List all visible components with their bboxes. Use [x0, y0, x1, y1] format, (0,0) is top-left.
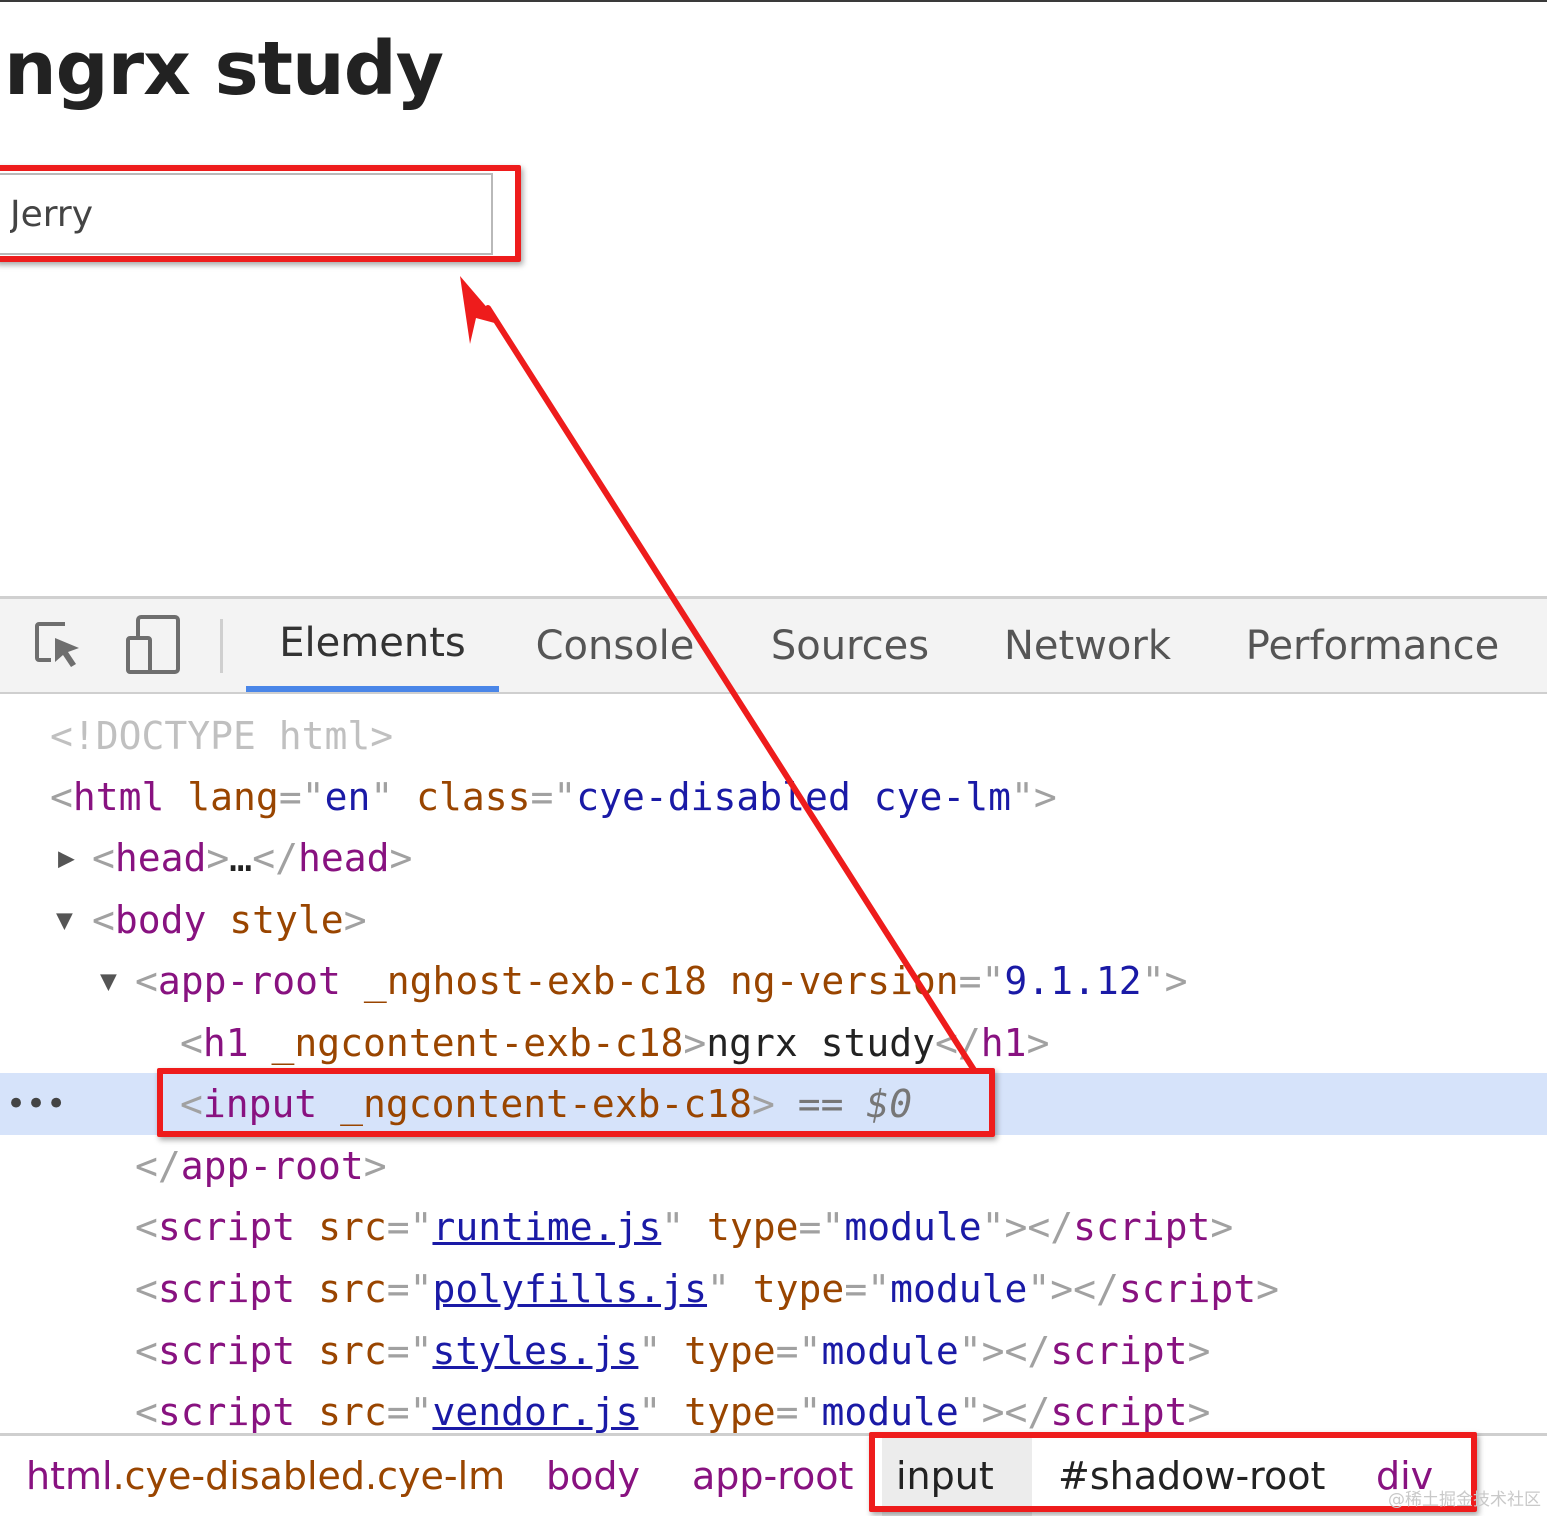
- attr-type: type: [752, 1267, 845, 1311]
- dom-node-head[interactable]: ▶ <head>…</head>: [0, 827, 1547, 889]
- tag-head-close: head: [297, 836, 390, 880]
- tag-script: script: [157, 1329, 296, 1373]
- script-src-link[interactable]: styles.js: [432, 1329, 638, 1373]
- attr-ng-version: ng-version: [729, 959, 959, 1003]
- attr-lang-value: en: [324, 775, 371, 819]
- attr-type: type: [707, 1205, 799, 1249]
- attr-type-value: module: [821, 1329, 959, 1373]
- window-top-border: [0, 0, 1547, 2]
- dom-node-doctype[interactable]: <!DOCTYPE html>: [0, 705, 1547, 767]
- attr-ngcontent: _ngcontent-exb-c18: [271, 1021, 684, 1065]
- dom-node-body[interactable]: ▼ <body style>: [0, 889, 1547, 951]
- dom-node-script-runtime[interactable]: <script src="runtime.js" type="module"><…: [0, 1196, 1547, 1258]
- tag-script: script: [157, 1390, 296, 1434]
- dom-node-script-polyfills[interactable]: <script src="polyfills.js" type="module"…: [0, 1258, 1547, 1320]
- script-src-link[interactable]: vendor.js: [432, 1390, 638, 1434]
- tag-script: script: [157, 1267, 296, 1311]
- tab-performance[interactable]: Performance: [1240, 599, 1505, 692]
- attr-src: src: [318, 1267, 387, 1311]
- attr-type-value: module: [890, 1267, 1028, 1311]
- tab-sources[interactable]: Sources: [760, 599, 940, 692]
- elements-dom-tree: <!DOCTYPE html> <html lang="en" class="c…: [0, 698, 1547, 1434]
- breadcrumb-tag: html: [26, 1454, 113, 1498]
- tag-script: script: [157, 1205, 296, 1249]
- attr-src: src: [318, 1205, 387, 1249]
- attr-ng-version-value: 9.1.12: [1004, 959, 1142, 1003]
- more-options-icon[interactable]: •••: [6, 1073, 66, 1135]
- tag-body: body: [114, 898, 207, 942]
- tag-script-close: script: [1050, 1329, 1188, 1373]
- tag-h1-close: h1: [980, 1021, 1027, 1065]
- input-highlight-box: [0, 165, 521, 262]
- attr-style: style: [229, 898, 344, 942]
- head-ellipsis: …: [229, 836, 253, 880]
- attr-lang: lang: [187, 775, 279, 819]
- dom-node-h1[interactable]: <h1 _ngcontent-exb-c18>ngrx study</h1>: [0, 1012, 1547, 1074]
- breadcrumb-tag: app-root: [692, 1454, 854, 1498]
- dom-node-app-root[interactable]: ▼ <app-root _nghost-exb-c18 ng-version="…: [0, 950, 1547, 1012]
- attr-type-value: module: [844, 1205, 982, 1249]
- expand-triangle-icon[interactable]: ▶: [58, 827, 75, 889]
- tag-head: head: [114, 836, 207, 880]
- collapse-triangle-icon[interactable]: ▼: [56, 889, 73, 951]
- attr-src: src: [318, 1390, 387, 1434]
- h1-text: ngrx study: [706, 1021, 936, 1065]
- dom-node-app-root-close[interactable]: </app-root>: [0, 1135, 1547, 1197]
- devtools-toolbar: Elements Console Sources Network Perform…: [0, 596, 1547, 694]
- toolbar-separator: [220, 619, 223, 673]
- page-title: ngrx study: [4, 26, 444, 112]
- doctype-text: <!DOCTYPE html>: [50, 714, 394, 758]
- collapse-triangle-icon[interactable]: ▼: [100, 950, 117, 1012]
- tab-elements[interactable]: Elements: [246, 599, 499, 692]
- watermark: @稀土掘金技术社区: [1388, 1490, 1541, 1510]
- attr-class: class: [416, 775, 531, 819]
- tag-script-close: script: [1050, 1390, 1188, 1434]
- breadcrumb-class: .cye-disabled.cye-lm: [112, 1454, 506, 1498]
- breadcrumb-highlight-box: [869, 1432, 1477, 1512]
- device-toolbar-icon[interactable]: [124, 615, 184, 675]
- attr-type-value: module: [821, 1390, 959, 1434]
- tab-console[interactable]: Console: [520, 599, 710, 692]
- breadcrumb-app-root[interactable]: app-root: [678, 1436, 867, 1516]
- tag-h1: h1: [202, 1021, 249, 1065]
- script-src-link[interactable]: runtime.js: [432, 1205, 661, 1249]
- attr-type: type: [684, 1390, 776, 1434]
- dom-input-highlight-box: [157, 1068, 995, 1137]
- breadcrumb-body[interactable]: body: [532, 1436, 654, 1516]
- attr-type: type: [684, 1329, 776, 1373]
- attr-nghost: _nghost-exb-c18: [363, 959, 707, 1003]
- breadcrumb-tag: body: [546, 1454, 640, 1498]
- tag-script-close: script: [1073, 1205, 1211, 1249]
- tab-network[interactable]: Network: [990, 599, 1185, 692]
- arrow-head: [460, 276, 502, 344]
- inspect-element-icon[interactable]: [28, 615, 88, 675]
- tag-html: html: [72, 775, 165, 819]
- script-src-link[interactable]: polyfills.js: [432, 1267, 707, 1311]
- breadcrumb-html[interactable]: html .cye-disabled.cye-lm: [12, 1436, 519, 1516]
- tag-app-root-close: app-root: [180, 1144, 364, 1188]
- attr-src: src: [318, 1329, 387, 1373]
- dom-node-script-styles[interactable]: <script src="styles.js" type="module"></…: [0, 1320, 1547, 1382]
- attr-class-value: cye-disabled cye-lm: [576, 775, 1011, 819]
- tag-app-root: app-root: [157, 959, 341, 1003]
- tag-script-close: script: [1118, 1267, 1257, 1311]
- dom-node-html[interactable]: <html lang="en" class="cye-disabled cye-…: [0, 766, 1547, 828]
